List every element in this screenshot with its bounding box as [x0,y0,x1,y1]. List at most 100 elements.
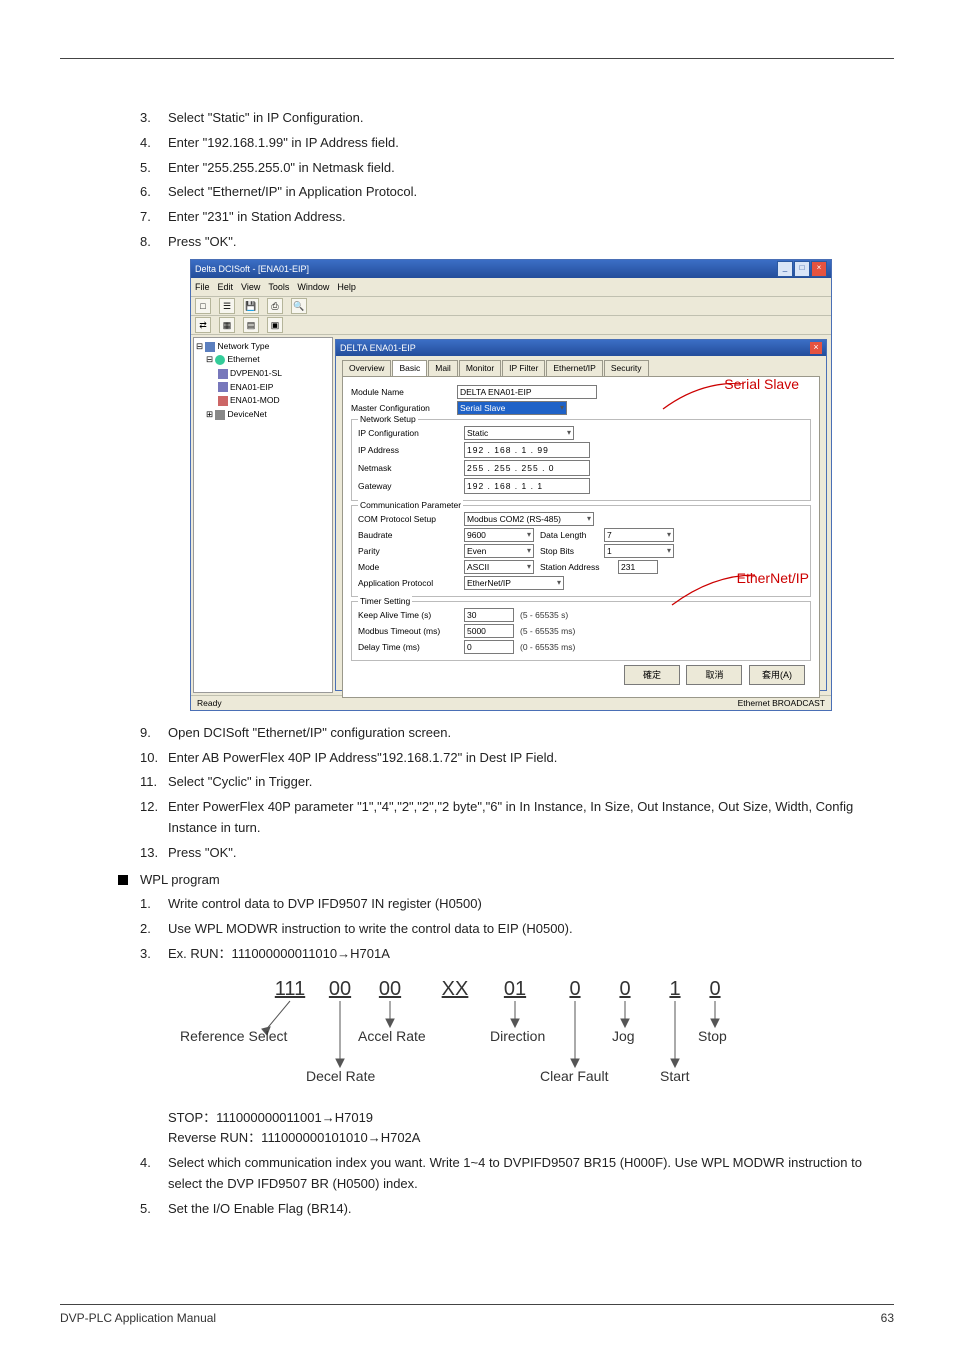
tree-node[interactable]: DVPEN01-SL [218,367,330,381]
mode-select[interactable]: ASCII [464,560,534,574]
step-text: Select "Static" in IP Configuration. [168,108,363,129]
ip-config-label: IP Configuration [358,427,458,441]
view-icon[interactable]: ▣ [267,317,283,333]
tree-node[interactable]: ENA01-MOD [218,394,330,408]
module-name-input[interactable]: DELTA ENA01-EIP [457,385,597,399]
tab-ipfilter[interactable]: IP Filter [502,360,545,377]
toolbar-2: ⇄ ▦ ▤ ▣ [191,316,831,335]
menu-item[interactable]: Edit [218,280,234,294]
step-text: Use WPL MODWR instruction to write the c… [168,919,573,940]
delay-input[interactable]: 0 [464,640,514,654]
group-title: Timer Setting [358,595,412,609]
menu-item[interactable]: View [241,280,260,294]
bit-label: Start [660,1068,690,1084]
dialog-title: DELTA ENA01-EIP [340,341,416,355]
ip-address-input[interactable]: 192 . 168 . 1 . 99 [464,442,590,458]
tree-root[interactable]: ⊟ Network Type [196,340,330,354]
step-num: 1. [140,894,168,915]
gateway-input[interactable]: 192 . 168 . 1 . 1 [464,478,590,494]
print-icon[interactable]: ⎙ [267,298,283,314]
step-text: Enter PowerFlex 40P parameter "1","4","2… [168,797,884,839]
menu-item[interactable]: Help [337,280,356,294]
tree-label: DeviceNet [227,409,266,419]
step-text: Enter "255.255.255.0" in Netmask field. [168,158,395,179]
modbus-timeout-input[interactable]: 5000 [464,624,514,638]
bit-label: Accel Rate [358,1028,426,1044]
datalen-select[interactable]: 7 [604,528,674,542]
bit-group: 1 [669,978,680,1000]
module-icon [218,382,228,392]
connect-icon[interactable]: ⇄ [195,317,211,333]
gateway-label: Gateway [358,480,458,494]
ip-address-label: IP Address [358,444,458,458]
steps-list-a: 3.Select "Static" in IP Configuration. 4… [140,108,884,253]
baud-select[interactable]: 9600 [464,528,534,542]
open-icon[interactable]: ☰ [219,298,235,314]
network-setup-group: Network Setup IP Configuration Static IP… [351,419,811,501]
apply-button[interactable]: 套用(A) [749,665,805,685]
ethernet-icon [215,355,225,365]
parity-select[interactable]: Even [464,544,534,558]
station-input[interactable]: 231 [618,560,658,574]
dcisoft-screenshot: Delta DCISoft - [ENA01-EIP] _ □ × File E… [190,259,832,711]
step-num: 10. [140,748,168,769]
menu-item[interactable]: Tools [268,280,289,294]
tree-node[interactable]: ENA01-EIP [218,381,330,395]
mode-label: Mode [358,561,458,575]
minimize-button[interactable]: _ [777,261,793,277]
network-icon [205,342,215,352]
tab-overview[interactable]: Overview [342,360,391,377]
step-text: Set the I/O Enable Flag (BR14). [168,1199,352,1220]
cancel-button[interactable]: 取消 [686,665,742,685]
maximize-button[interactable]: □ [794,261,810,277]
com-protocol-label: COM Protocol Setup [358,513,458,527]
save-icon[interactable]: 💾 [243,298,259,314]
step-text: Press "OK". [168,843,236,864]
close-button[interactable]: × [811,261,827,277]
tab-mail[interactable]: Mail [428,360,458,377]
step-text: Select "Ethernet/IP" in Application Prot… [168,182,417,203]
annotation-serial-slave: Serial Slave [724,373,799,395]
section-wpl: WPL program [118,870,884,891]
app-protocol-select[interactable]: EtherNet/IP [464,576,564,590]
ok-button[interactable]: 確定 [624,665,680,685]
step-num: 9. [140,723,168,744]
step-num: 3. [140,108,168,129]
keepalive-hint: (5 - 65535 s) [520,609,568,623]
step-num: 4. [140,133,168,154]
netmask-input[interactable]: 255 . 255 . 255 . 0 [464,460,590,476]
tab-basic[interactable]: Basic [392,360,427,377]
grid-icon[interactable]: ▦ [219,317,235,333]
step-num: 4. [140,1153,168,1174]
stop-label: Stop Bits [540,545,598,559]
tree-node[interactable]: ⊟ Ethernet [206,353,330,367]
step-num: 13. [140,843,168,864]
window-titlebar: Delta DCISoft - [ENA01-EIP] _ □ × [191,260,831,278]
dialog-close-button[interactable]: × [810,342,822,354]
new-icon[interactable]: □ [195,298,211,314]
tab-monitor[interactable]: Monitor [459,360,501,377]
step-num: 2. [140,919,168,940]
ip-config-select[interactable]: Static [464,426,574,440]
search-icon[interactable]: 🔍 [291,298,307,314]
post-diagram-lines: STOP：111000000011001→H7019 Reverse RUN：1… [168,1108,884,1150]
tab-ethernetip[interactable]: Ethernet/IP [546,360,603,377]
step-text: Press "OK". [168,232,236,253]
bit-label: Stop [698,1028,727,1044]
bit-group: 01 [504,978,526,1000]
menu-item[interactable]: File [195,280,210,294]
stop-select[interactable]: 1 [604,544,674,558]
status-left: Ready [197,697,222,711]
com-protocol-select[interactable]: Modbus COM2 (RS-485) [464,512,594,526]
bit-group: 0 [619,978,630,1000]
bit-group: 0 [709,978,720,1000]
master-config-select[interactable]: Serial Slave [457,401,567,415]
sheet-icon[interactable]: ▤ [243,317,259,333]
tab-security[interactable]: Security [604,360,649,377]
keepalive-input[interactable]: 30 [464,608,514,622]
bit-label: Clear Fault [540,1068,609,1084]
tree-node[interactable]: ⊞ DeviceNet [206,408,330,422]
step-num: 5. [140,158,168,179]
menu-item[interactable]: Window [297,280,329,294]
page: { "steps_a": [ {"n": "3.", "t": "Select … [0,0,954,1350]
